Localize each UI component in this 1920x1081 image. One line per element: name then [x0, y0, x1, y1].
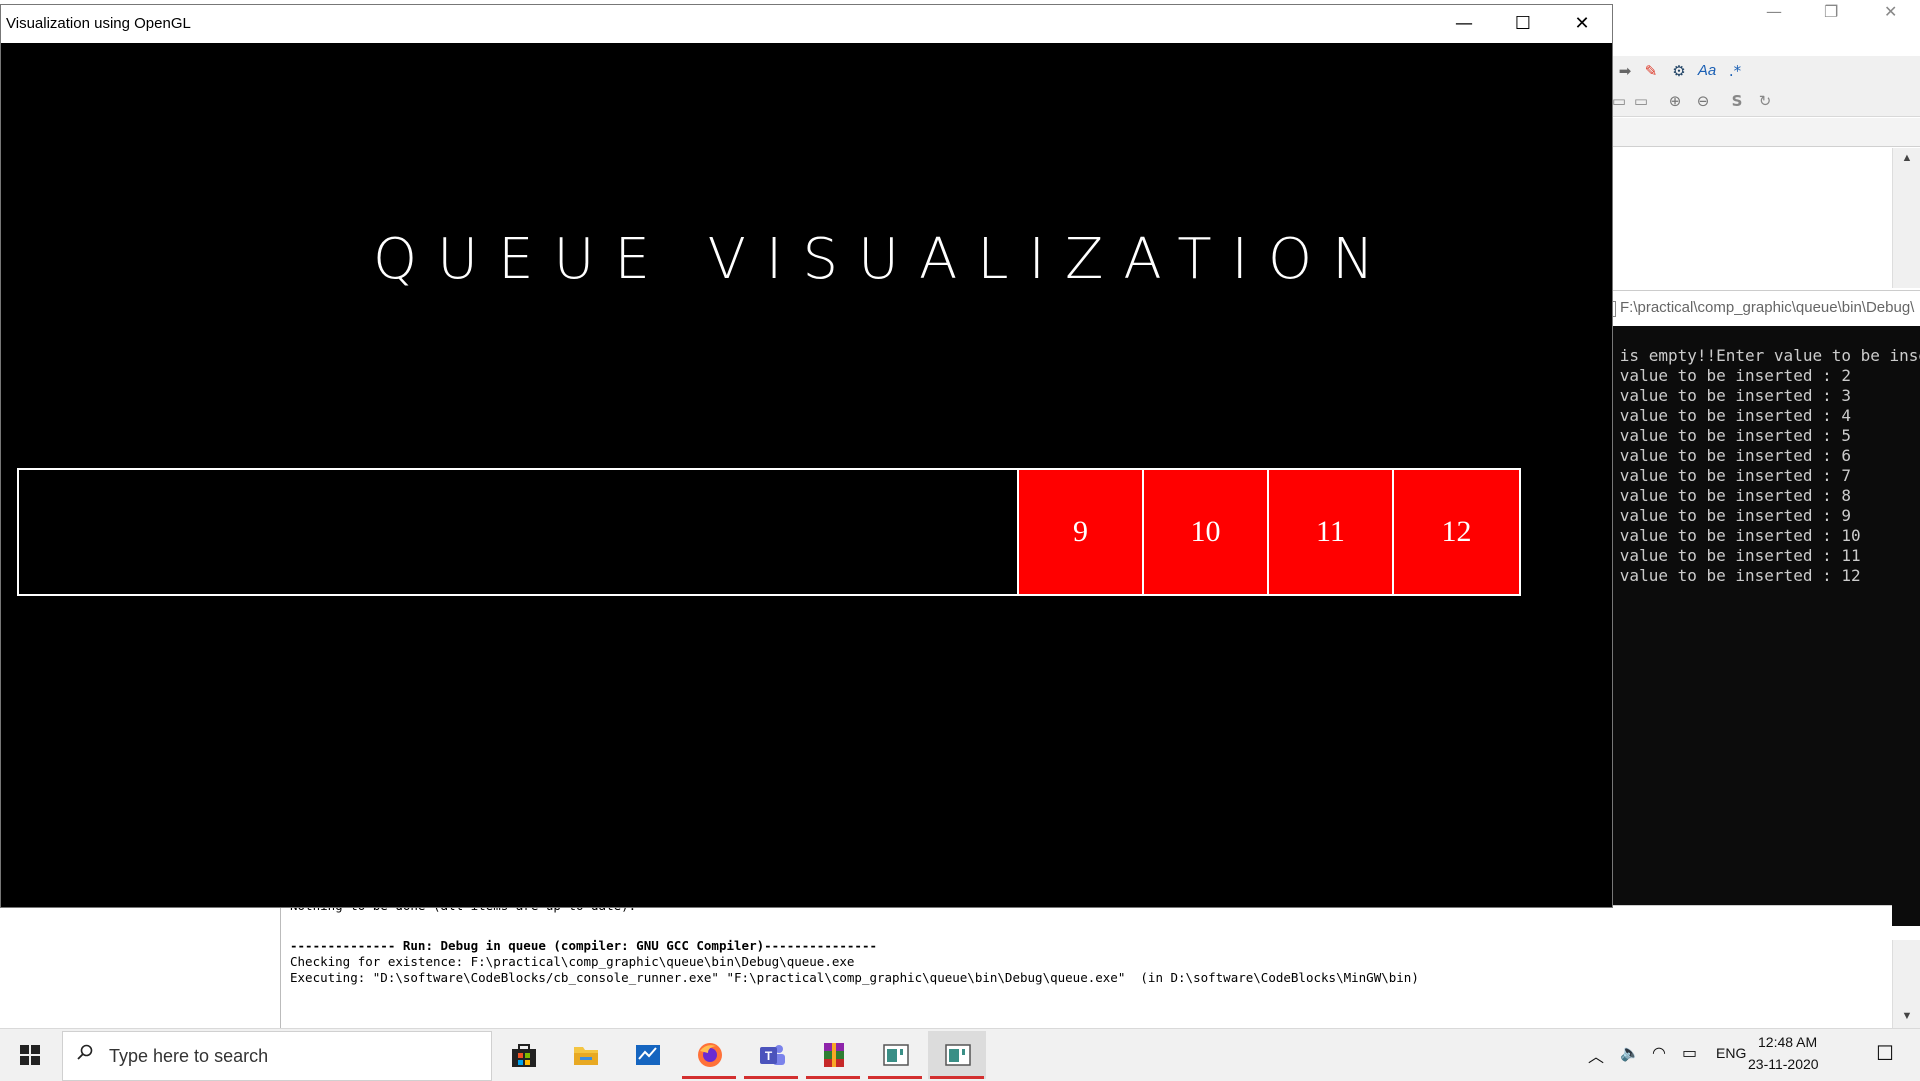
queue-cell: 12 — [1392, 470, 1519, 594]
maximize-button[interactable]: ☐ — [1494, 5, 1552, 43]
build-log: Nothing to be done (all items are up-to-… — [282, 898, 1892, 1029]
system-tray: ︿ 🔈 ◠ ▭ ENG 12:48 AM 23-11-2020 ☐ — [1580, 1029, 1920, 1081]
refresh-icon[interactable]: ↻ — [1754, 90, 1776, 112]
rect-select-icon[interactable]: ▭ — [1630, 90, 1652, 112]
chevron-up-icon[interactable]: ︿ — [1588, 1043, 1604, 1067]
codeblocks-icon — [883, 1044, 909, 1066]
console-line: Enter value to be inserted : 6 — [1588, 446, 1851, 465]
taskbar-store[interactable] — [494, 1031, 552, 1079]
console-line: Enter value to be inserted : 2 — [1588, 366, 1851, 385]
volume-icon[interactable]: 🔈 — [1620, 1043, 1640, 1062]
build-log-scrollbar[interactable]: ▼ — [1892, 940, 1920, 1028]
highlight-icon[interactable]: ✎ — [1640, 60, 1662, 82]
winrar-icon — [824, 1043, 844, 1067]
teams-icon: T — [760, 1045, 785, 1065]
ide-panel-strip — [1612, 118, 1920, 147]
regex-icon[interactable]: .* — [1724, 60, 1746, 82]
console-line: Enter value to be inserted : 7 — [1588, 466, 1851, 485]
active-indicator — [868, 1076, 922, 1079]
taskbar-file-explorer[interactable] — [556, 1031, 614, 1079]
windows-logo-icon — [31, 1045, 40, 1054]
clock-date[interactable]: 23-11-2020 — [1748, 1056, 1819, 1072]
ide-toolbar: ➡ ✎ ⚙ Aa .* — [1612, 56, 1920, 86]
build-log-line: Executing: "D:\software\CodeBlocks/cb_co… — [290, 970, 1419, 985]
ide-window-controls: — ❐ ✕ — [1730, 0, 1920, 30]
opengl-window: Visualization using OpenGL — ☐ ✕ QUEUE V… — [0, 4, 1613, 908]
search-box[interactable]: Type here to search — [62, 1031, 492, 1081]
build-log-lines: Nothing to be done (all items are up-to-… — [290, 898, 1419, 986]
close-icon[interactable]: ✕ — [1884, 2, 1897, 21]
close-button[interactable]: ✕ — [1553, 5, 1611, 43]
active-indicator — [806, 1076, 860, 1079]
build-log-line — [290, 914, 1419, 938]
taskbar-codeblocks[interactable] — [866, 1031, 924, 1079]
opengl-titlebar: Visualization using OpenGL — ☐ ✕ — [1, 5, 1612, 43]
taskbar-teams[interactable]: T — [742, 1031, 800, 1079]
file-explorer-icon — [574, 1047, 598, 1065]
codeblocks-icon — [945, 1044, 971, 1066]
console-line: Enter value to be inserted : 10 — [1588, 526, 1861, 545]
zoom-out-icon[interactable]: ⊖ — [1692, 90, 1714, 112]
active-indicator — [930, 1076, 984, 1079]
console-lines: queue is empty!!Enter value to be insert… — [1588, 346, 1920, 586]
minimize-button[interactable]: — — [1435, 5, 1493, 43]
language-indicator[interactable]: ENG — [1716, 1045, 1746, 1061]
store-icon — [512, 1044, 536, 1067]
console-titlebar: F:\practical\comp_graphic\queue\bin\Debu… — [1588, 290, 1920, 327]
queue-container: 9 10 11 12 — [17, 468, 1521, 596]
minimize-icon[interactable]: — — [1766, 2, 1782, 21]
start-button[interactable] — [0, 1029, 60, 1081]
taskbar-opengl-app[interactable] — [928, 1031, 986, 1079]
taskbar: Type here to search T ︿ 🔈 ◠ ▭ ENG 12:48 … — [0, 1028, 1920, 1081]
search-placeholder: Type here to search — [109, 1046, 269, 1066]
battery-icon[interactable]: ▭ — [1682, 1043, 1697, 1062]
build-log-line: Checking for existence: F:\practical\com… — [290, 954, 855, 969]
clock-time[interactable]: 12:48 AM — [1758, 1034, 1817, 1050]
scroll-up-icon[interactable]: ▲ — [1893, 152, 1920, 164]
scroll-down-icon[interactable]: ▼ — [1893, 1010, 1920, 1022]
console-line: Enter value to be inserted : 12 — [1588, 566, 1861, 585]
mail-icon — [636, 1045, 660, 1065]
console-output: queue is empty!!Enter value to be insert… — [1588, 326, 1920, 926]
opengl-canvas: QUEUE VISUALIZATION 9 10 11 12 — [1, 43, 1612, 907]
console-title: F:\practical\comp_graphic\queue\bin\Debu… — [1620, 299, 1915, 316]
svg-text:T: T — [765, 1049, 773, 1063]
console-line: Enter value to be inserted : 3 — [1588, 386, 1851, 405]
queue-cell: 9 — [1017, 470, 1142, 594]
console-line: Enter value to be inserted : 5 — [1588, 426, 1851, 445]
wifi-icon[interactable]: ◠ — [1652, 1043, 1666, 1062]
spell-check-icon[interactable]: S — [1726, 90, 1748, 112]
editor-scrollbar[interactable]: ▲ — [1892, 148, 1920, 288]
taskbar-firefox[interactable] — [680, 1031, 738, 1079]
console-line: Enter value to be inserted : 11 — [1588, 546, 1861, 565]
window-title: Visualization using OpenGL — [6, 15, 191, 32]
notification-icon[interactable]: ☐ — [1876, 1041, 1894, 1065]
windows-logo-icon — [31, 1056, 40, 1065]
search-icon — [77, 1044, 93, 1060]
build-log-line: -------------- Run: Debug in queue (comp… — [290, 938, 877, 953]
ide-toolbar-secondary: ▭ ▭ ⊕ ⊖ S ↻ — [1612, 86, 1920, 117]
console-line: Enter value to be inserted : 8 — [1588, 486, 1851, 505]
windows-logo-icon — [20, 1045, 29, 1054]
windows-logo-icon — [20, 1056, 29, 1065]
arrow-right-icon[interactable]: ➡ — [1614, 60, 1636, 82]
queue-cell: 10 — [1142, 470, 1267, 594]
ide-editor-area[interactable] — [1612, 148, 1892, 288]
console-line: queue is empty!!Enter value to be insert… — [1588, 346, 1920, 365]
taskbar-winrar[interactable] — [804, 1031, 862, 1079]
active-indicator — [744, 1076, 798, 1079]
management-panel — [0, 905, 281, 1029]
replace-icon[interactable]: ⚙ — [1668, 60, 1690, 82]
console-line: Enter value to be inserted : 4 — [1588, 406, 1851, 425]
zoom-in-icon[interactable]: ⊕ — [1664, 90, 1686, 112]
taskbar-mail[interactable] — [618, 1031, 676, 1079]
queue-heading: QUEUE VISUALIZATION — [373, 227, 1395, 292]
firefox-icon — [698, 1043, 722, 1067]
restore-icon[interactable]: ❐ — [1824, 2, 1838, 21]
active-indicator — [682, 1076, 736, 1079]
queue-cell: 11 — [1267, 470, 1392, 594]
console-line: Enter value to be inserted : 9 — [1588, 506, 1851, 525]
match-case-icon[interactable]: Aa — [1696, 60, 1718, 82]
